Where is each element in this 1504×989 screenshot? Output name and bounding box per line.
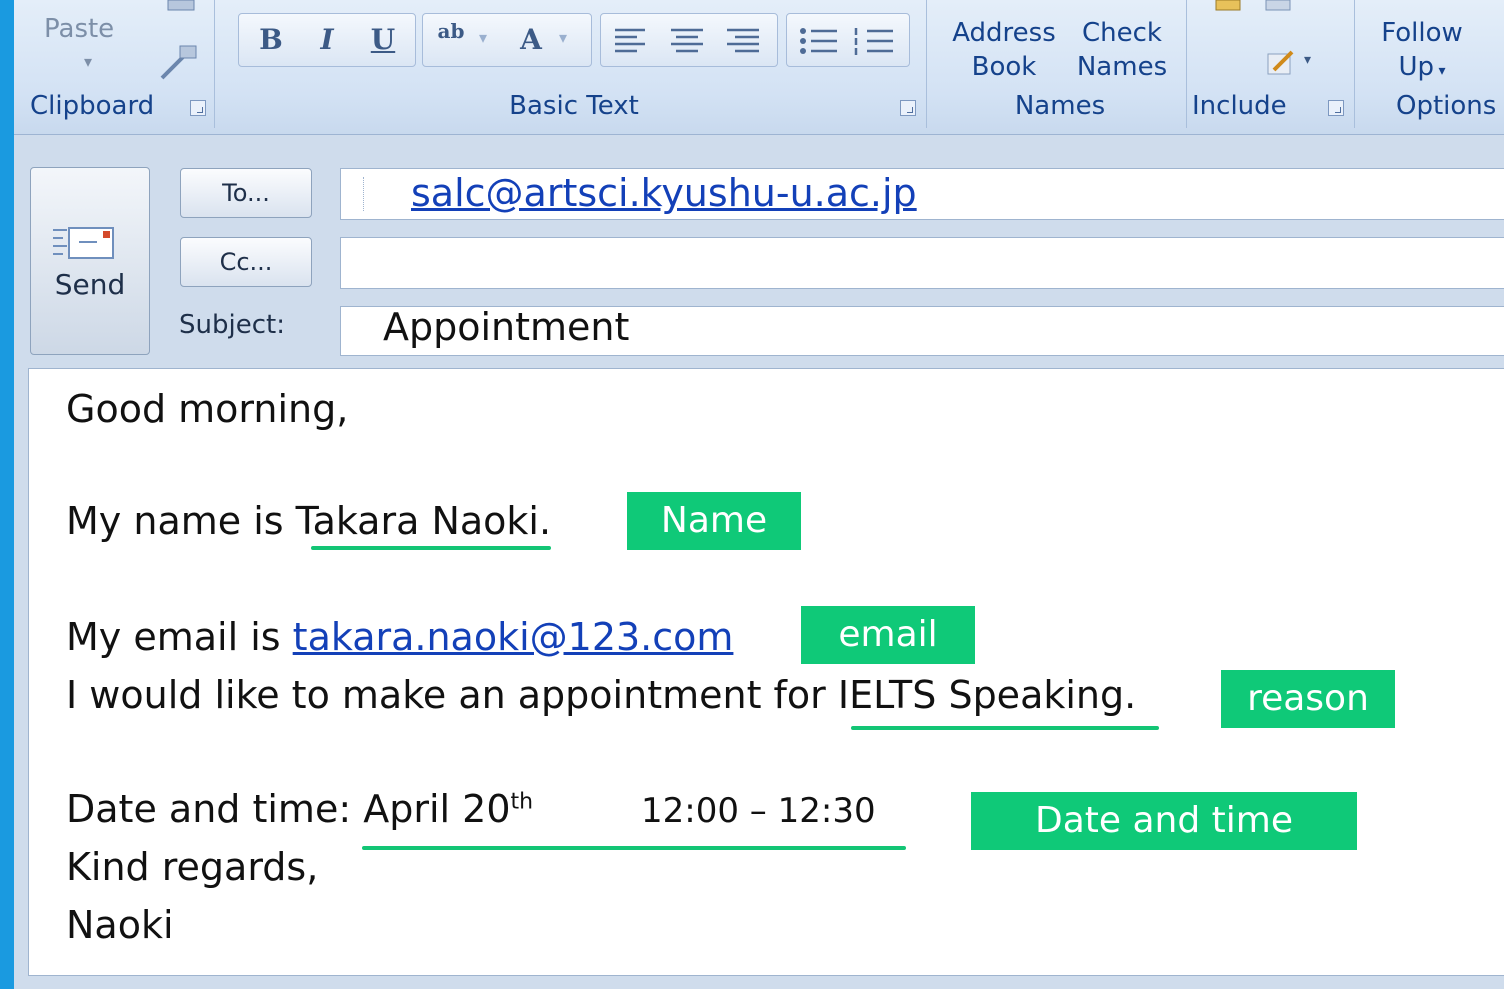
time-value: 12:00 – 12:30 [641,791,876,831]
underline-button[interactable]: U [357,14,409,66]
highlight-dropdown-icon[interactable]: ▾ [479,28,487,47]
bold-button[interactable]: B [245,14,297,66]
subject-value: Appointment [383,305,630,349]
attach-file-icon[interactable] [1212,0,1248,14]
highlight-button[interactable]: ab [427,14,475,66]
address-book-label-line2: Book [971,52,1037,82]
send-button[interactable]: Send [30,167,150,355]
clipboard-dialog-launcher-icon[interactable] [190,100,206,116]
list-buttons [786,13,910,67]
reason-suffix: . [1124,673,1137,717]
style-buttons: B I U [238,13,416,67]
follow-up-button[interactable]: Follow Up ▾ [1366,16,1478,88]
email-tag: email [801,606,975,664]
reason-tag: reason [1221,670,1395,728]
bullets-icon[interactable] [797,26,841,56]
send-envelope-icon [53,227,114,259]
follow-up-label-line2: Up ▾ [1398,52,1446,82]
name-prefix: My name is [66,499,296,543]
names-group: Address Book Check Names Names [934,0,1187,128]
date-line: Date and time: April 20th [66,787,533,831]
font-color-button[interactable]: A [507,14,555,66]
check-names-label-line2: Names [1076,52,1168,82]
basic-text-dialog-launcher-icon[interactable] [900,100,916,116]
paste-dropdown-icon[interactable]: ▾ [84,52,92,71]
name-suffix: . [539,499,552,543]
options-group: Follow Up ▾ Options [1362,0,1504,128]
email-compose-window: Paste ▾ Clipboard B I U ab ▾ A ▾ Basic T… [14,0,1504,989]
align-center-icon[interactable] [667,26,707,54]
signature-line: Naoki [66,903,174,947]
clipboard-group-label: Clipboard [30,91,155,121]
ribbon: Paste ▾ Clipboard B I U ab ▾ A ▾ Basic T… [14,0,1504,135]
include-group: ▾ Include [1192,0,1355,128]
reason-prefix: I would like to make an appointment for [66,673,838,717]
cc-button[interactable]: Cc... [180,237,312,287]
email-prefix: My email is [66,615,293,659]
email-link[interactable]: takara.naoki@123.com [293,615,734,659]
follow-up-label-line1: Follow [1381,18,1463,48]
format-painter-icon[interactable] [154,42,200,82]
address-book-button[interactable]: Address Book [944,16,1064,84]
italic-button[interactable]: I [301,14,353,66]
reason-line: I would like to make an appointment for … [66,673,1136,717]
paste-button[interactable]: Paste [44,12,114,46]
name-underline [311,546,551,550]
date-underline [362,846,906,850]
datetime-tag: Date and time [971,792,1357,850]
follow-up-dropdown-icon: ▾ [1434,63,1446,79]
cc-field[interactable] [340,237,1504,289]
email-line: My email is takara.naoki@123.com [66,615,733,659]
options-group-label: Options [1396,91,1497,121]
check-names-label-line1: Check [1082,18,1162,48]
color-buttons: ab ▾ A ▾ [422,13,592,67]
signature-icon[interactable] [1266,48,1300,78]
cut-icon[interactable] [164,0,200,14]
message-body[interactable]: Good morning, My name is Takara Naoki. N… [28,368,1504,976]
greeting-line: Good morning, [66,387,349,431]
numbering-icon[interactable] [853,26,897,56]
attach-item-icon[interactable] [1262,0,1298,14]
subject-field[interactable]: Appointment [340,305,1504,356]
include-dialog-launcher-icon[interactable] [1328,100,1344,116]
check-names-button[interactable]: Check Names [1070,16,1174,84]
basic-text-group: B I U ab ▾ A ▾ Basic Text [222,0,927,128]
align-right-icon[interactable] [723,26,763,54]
reason-underline [851,726,1159,730]
basic-text-group-label: Basic Text [509,91,639,121]
send-label: Send [54,268,126,301]
clipboard-group: Paste ▾ Clipboard [14,0,215,128]
names-group-label: Names [1014,91,1106,121]
address-book-label-line1: Address [952,18,1056,48]
reason-value: IELTS Speaking [837,673,1125,717]
to-button[interactable]: To... [180,168,312,218]
alignment-buttons [600,13,778,67]
to-recipient-link[interactable]: salc@artsci.kyushu-u.ac.jp [411,171,917,215]
name-value: Takara Naoki [295,499,539,543]
signature-dropdown-icon[interactable]: ▾ [1304,52,1311,68]
date-suffix: th [510,789,534,815]
to-field-separator [363,177,365,211]
date-prefix: Date and time: [66,787,364,831]
align-left-icon[interactable] [611,26,651,54]
date-value: April 20 [363,787,511,831]
subject-label: Subject: [179,310,285,340]
name-line: My name is Takara Naoki. [66,499,551,543]
closing-line: Kind regards, [66,845,319,889]
font-color-dropdown-icon[interactable]: ▾ [559,28,567,47]
to-field[interactable]: salc@artsci.kyushu-u.ac.jp [340,168,1504,220]
name-tag: Name [627,492,801,550]
